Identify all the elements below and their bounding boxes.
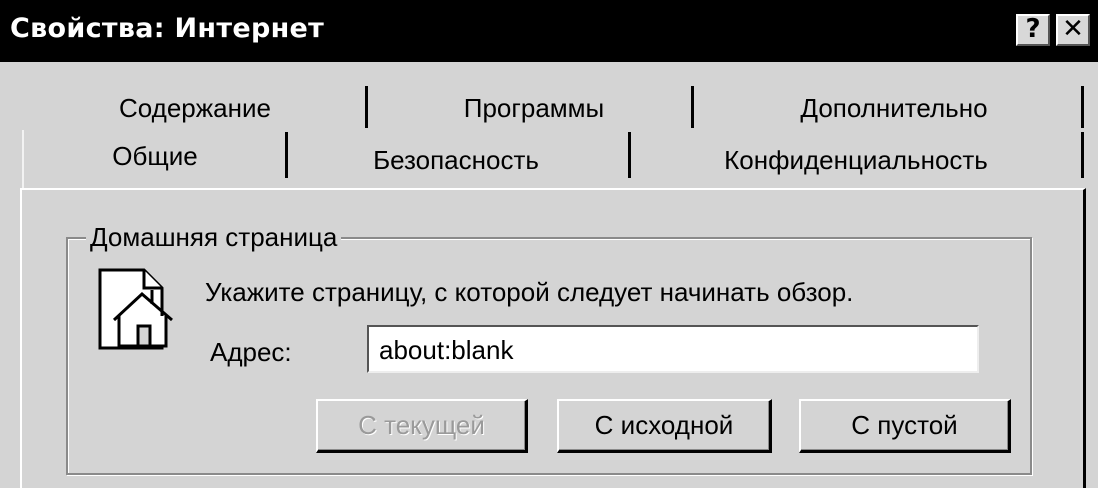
- address-label: Адрес:: [210, 337, 292, 367]
- tab-content[interactable]: Содержание: [110, 93, 280, 124]
- home-page-instruction: Укажите страницу, с которой следует начи…: [205, 277, 854, 307]
- internet-properties-window: Свойства: Интернет ? ✕ Содержание Програ…: [0, 0, 1098, 488]
- tab-general[interactable]: Общие: [100, 141, 210, 172]
- tab-divider: [1081, 132, 1084, 178]
- close-button[interactable]: ✕: [1056, 14, 1090, 46]
- tab-privacy[interactable]: Конфиденциальность: [708, 145, 1004, 176]
- help-button[interactable]: ?: [1016, 14, 1050, 46]
- title-bar: Свойства: Интернет ? ✕: [0, 0, 1098, 62]
- use-current-button[interactable]: С текущей: [316, 399, 528, 453]
- tab-divider: [365, 86, 368, 128]
- home-page-icon: [98, 268, 173, 350]
- use-blank-button[interactable]: С пустой: [799, 399, 1011, 453]
- tab-advanced[interactable]: Дополнительно: [785, 93, 1003, 124]
- use-default-button[interactable]: С исходной: [557, 399, 772, 453]
- tab-divider: [1081, 86, 1084, 128]
- tab-divider: [691, 86, 694, 128]
- tab-divider: [285, 132, 288, 178]
- tab-security[interactable]: Безопасность: [360, 145, 552, 176]
- tab-divider: [22, 130, 24, 188]
- home-page-group-title: Домашняя страница: [86, 222, 342, 253]
- window-title: Свойства: Интернет: [10, 13, 325, 44]
- tab-divider: [628, 132, 631, 178]
- tab-programs[interactable]: Программы: [450, 93, 618, 124]
- address-input[interactable]: about:blank: [367, 325, 979, 373]
